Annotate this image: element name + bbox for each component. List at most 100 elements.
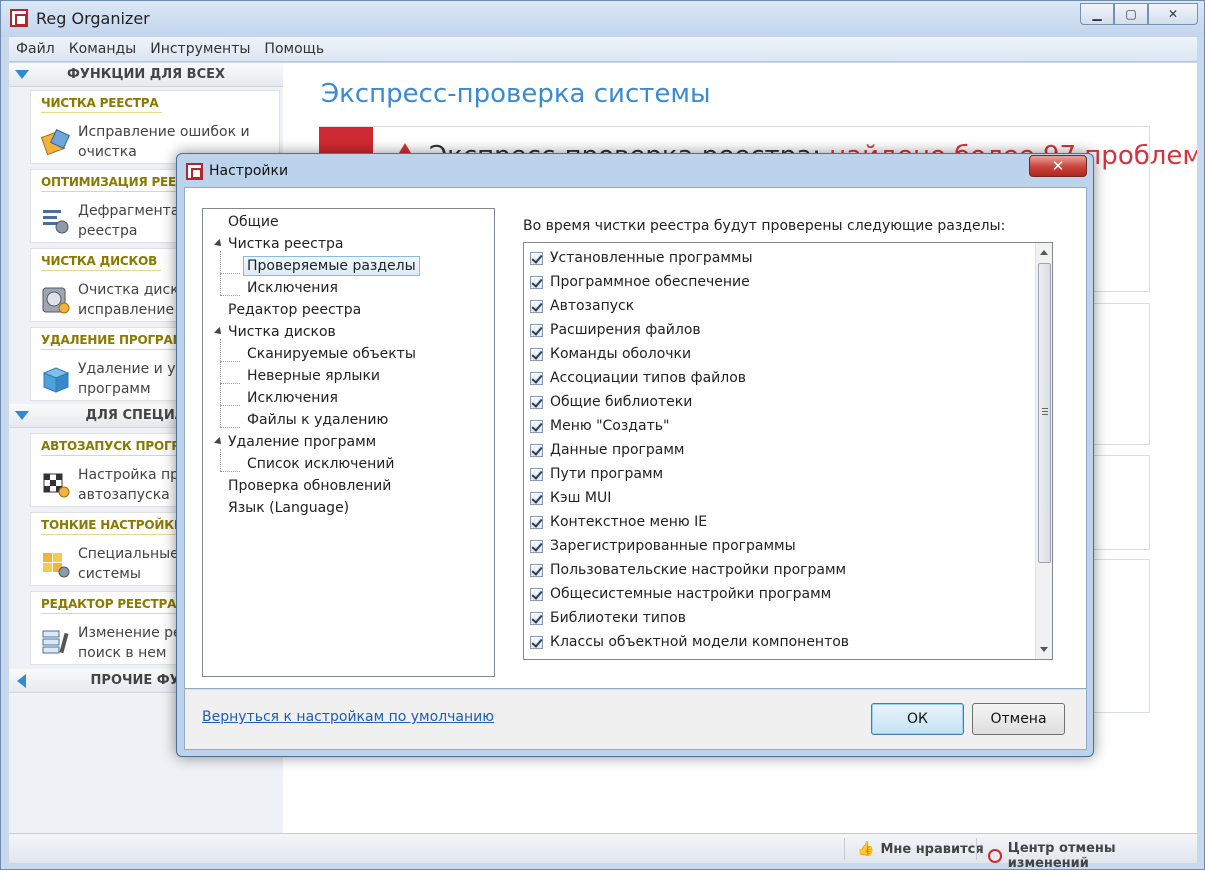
checkbox-checked-icon[interactable] [530,275,543,289]
tree-item-registry-editor[interactable]: Редактор реестра [228,300,361,320]
title-bar: Reg Organizer ▁ ▢ ✕ [1,1,1204,37]
maximize-icon: ▢ [1125,7,1137,21]
maximize-button[interactable]: ▢ [1114,3,1148,25]
menu-commands[interactable]: Команды [69,41,137,57]
check-item[interactable]: Ассоциации типов файлов [530,366,746,390]
minimize-button[interactable]: ▁ [1080,3,1114,25]
checkbox-checked-icon[interactable] [530,299,543,313]
checkbox-checked-icon[interactable] [530,347,543,361]
tree-item-exclusion-list[interactable]: Список исключений [247,454,394,474]
checkbox-checked-icon[interactable] [530,323,543,337]
checkbox-checked-icon[interactable] [530,563,543,577]
check-item[interactable]: Меню "Создать" [530,414,669,438]
check-item[interactable]: Контекстное меню IE [530,510,707,534]
tree-item-scanned-objects[interactable]: Сканируемые объекты [247,344,416,364]
collapse-arrow-icon [15,70,29,79]
tree-item-update-check[interactable]: Проверка обновлений [228,476,391,496]
autorun-icon [43,473,70,498]
menu-file[interactable]: Файл [16,41,55,57]
list-scrollbar[interactable] [1035,243,1052,659]
tree-collapse-icon[interactable] [214,437,224,447]
registry-editor-icon [42,630,69,654]
sidebar-section-label: ФУНКЦИИ ДЛЯ ВСЕХ [66,67,226,82]
tree-item-disk-clean[interactable]: Чистка дисков [228,322,336,342]
disk-clean-icon [42,287,70,314]
check-item[interactable]: Библиотеки типов [530,606,686,630]
tree-item-registry-clean[interactable]: Чистка реестра [228,234,343,254]
close-icon: ✕ [1051,157,1065,175]
tree-guide [220,427,240,428]
checkbox-checked-icon[interactable] [530,395,543,409]
tree-item-general[interactable]: Общие [228,212,279,232]
card-title: ТОНКИЕ НАСТРОЙКИ [41,518,188,535]
tree-item-language[interactable]: Язык (Language) [228,498,349,518]
tree-guide [220,361,240,362]
undo-center-button[interactable]: Центр отмены изменений [988,841,1197,870]
reset-defaults-link[interactable]: Вернуться к настройкам по умолчанию [202,709,494,725]
registry-clean-icon [41,129,70,156]
menu-tools[interactable]: Инструменты [150,41,250,57]
tree-guide [220,295,240,296]
card-title: ЧИСТКА ДИСКОВ [41,254,162,271]
tree-guide [220,449,221,471]
check-item[interactable]: Пользовательские настройки программ [530,558,846,582]
checkbox-checked-icon[interactable] [530,515,543,529]
checkbox-checked-icon[interactable] [530,635,543,649]
checkbox-checked-icon[interactable] [530,419,543,433]
divider [844,838,845,860]
close-button[interactable]: ✕ [1148,3,1198,25]
checkbox-checked-icon[interactable] [530,371,543,385]
tree-collapse-icon[interactable] [214,239,224,249]
check-item[interactable]: Классы объектной модели компонентов [530,630,849,654]
card-title: ОПТИМИЗАЦИЯ РЕЕСТ [41,175,197,192]
tree-item-disk-exclusions[interactable]: Исключения [247,388,338,408]
check-item[interactable]: Расширения файлов [530,318,701,342]
scroll-down-icon[interactable] [1040,647,1048,652]
check-item[interactable]: Зарегистрированные программы [530,534,796,558]
check-item[interactable]: Команды оболочки [530,342,691,366]
tree-item-uninstall[interactable]: Удаление программ [228,432,376,452]
tree-guide [220,273,240,274]
tree-item-registry-exclusions[interactable]: Исключения [247,278,338,298]
scroll-up-icon[interactable] [1040,250,1048,255]
app-title: Reg Organizer [36,9,150,28]
undo-center-icon [988,849,1002,863]
check-item[interactable]: Программное обеспечение [530,270,750,294]
check-item[interactable]: Общие библиотеки [530,390,692,414]
menu-help[interactable]: Помощь [264,41,324,57]
checkbox-checked-icon[interactable] [530,443,543,457]
minimize-icon: ▁ [1092,7,1102,21]
dialog-title-bar: Настройки ✕ [177,154,1093,186]
check-item[interactable]: Пути программ [530,462,663,486]
registry-sections-list: Установленные программы Программное обес… [523,242,1053,660]
section-description: Во время чистки реестра будут проверены … [523,218,1006,234]
settings-tree: Общие Чистка реестра Проверяемые разделы… [202,208,495,677]
dialog-close-button[interactable]: ✕ [1029,155,1087,177]
ok-button[interactable]: ОК [871,703,964,735]
checkbox-checked-icon[interactable] [530,539,543,553]
checkbox-checked-icon[interactable] [530,251,543,265]
checkbox-checked-icon[interactable] [530,587,543,601]
like-button[interactable]: 👍 Мне нравится [857,841,984,857]
tweaks-icon [43,553,70,578]
tree-item-files-to-delete[interactable]: Файлы к удалению [247,410,388,430]
card-title: УДАЛЕНИЕ ПРОГРАММ [41,333,201,350]
cancel-button[interactable]: Отмена [972,703,1065,735]
check-item[interactable]: Общесистемные настройки программ [530,582,831,606]
page-title: Экспресс-проверка системы [321,79,711,109]
checkbox-checked-icon[interactable] [530,467,543,481]
scrollbar-thumb[interactable] [1038,263,1051,563]
check-item[interactable]: Установленные программы [530,246,753,270]
sidebar-section-for-all[interactable]: ФУНКЦИИ ДЛЯ ВСЕХ [9,63,283,87]
tree-guide [220,471,240,472]
checkbox-checked-icon[interactable] [530,491,543,505]
check-item[interactable]: Кэш MUI [530,486,611,510]
checkbox-checked-icon[interactable] [530,611,543,625]
app-logo-icon [186,163,203,180]
close-icon: ✕ [1167,7,1179,21]
check-item[interactable]: Автозапуск [530,294,634,318]
tree-collapse-icon[interactable] [214,327,224,337]
tree-item-invalid-shortcuts[interactable]: Неверные ярлыки [247,366,380,386]
tree-item-checked-sections[interactable]: Проверяемые разделы [243,256,420,276]
check-item[interactable]: Данные программ [530,438,685,462]
